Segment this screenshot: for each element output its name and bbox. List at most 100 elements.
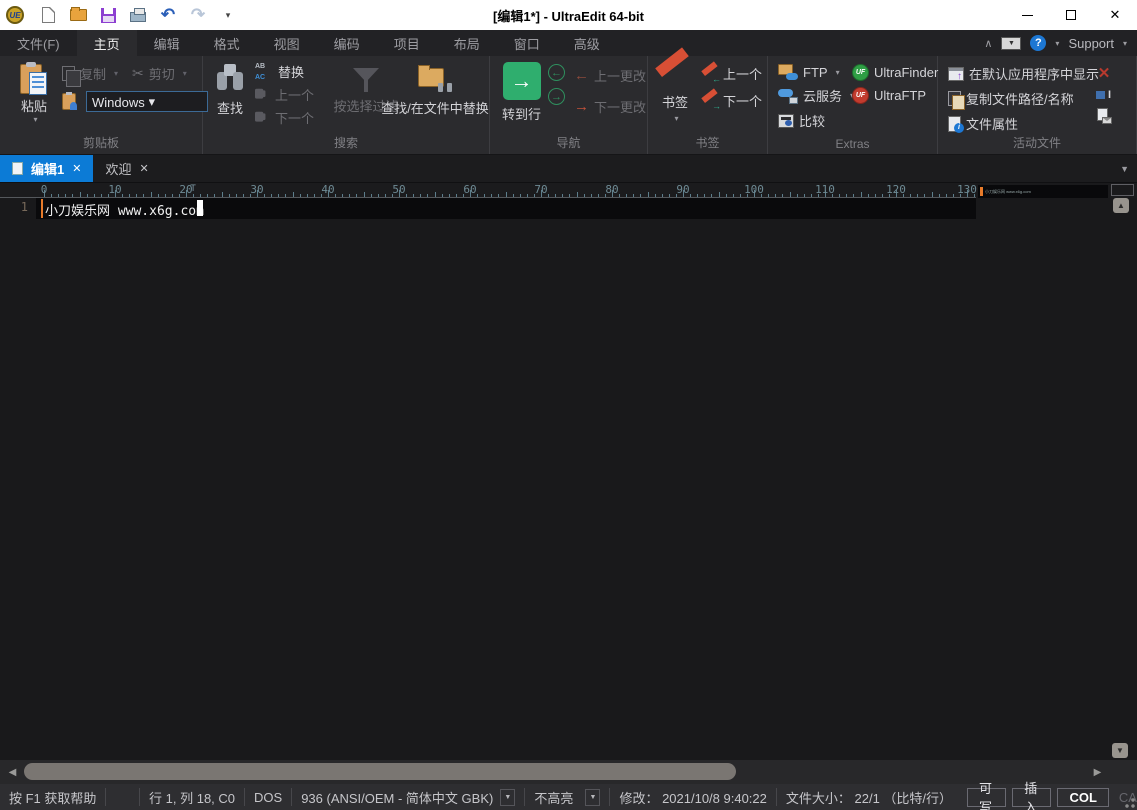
copy-file-path-button[interactable]: 复制文件路径/名称 xyxy=(948,89,1099,108)
writable-toggle[interactable]: 可写 xyxy=(967,788,1006,807)
ruler-tick xyxy=(910,194,911,197)
scroll-right-button[interactable]: ▶ xyxy=(1090,765,1105,779)
ruler-tick xyxy=(165,194,166,197)
status-help: 按 F1 获取帮助 xyxy=(0,788,106,806)
minimize-icon xyxy=(1022,15,1033,16)
menu-tab-view[interactable]: 视图 xyxy=(257,30,317,56)
ultraftp-button[interactable]: UF UltraFTP xyxy=(852,87,938,104)
editor-area[interactable]: 1 小刀娱乐网 www.x6g.com xyxy=(0,198,1137,760)
collapse-ribbon-button[interactable]: ∧ xyxy=(984,37,992,50)
ruler-tick xyxy=(151,192,152,197)
prev-change-button[interactable]: ← 上一更改 xyxy=(574,66,646,85)
new-file-button[interactable] xyxy=(38,5,58,25)
resize-grip[interactable] xyxy=(1125,798,1135,808)
close-button[interactable]: ✕ xyxy=(1093,0,1137,30)
menu-tab-project[interactable]: 项目 xyxy=(377,30,437,56)
next-change-button[interactable]: → 下一更改 xyxy=(574,97,646,116)
find-prev-button[interactable]: 上一个 xyxy=(255,85,314,104)
find-button[interactable]: 查找 xyxy=(217,64,243,117)
menu-tab-edit[interactable]: 编辑 xyxy=(137,30,197,56)
show-in-default-app-button[interactable]: ↑ 在默认应用程序中显示 xyxy=(948,64,1099,83)
menu-tab-home[interactable]: 主页 xyxy=(77,30,137,56)
doc-tab-edit1[interactable]: 编辑1 ✕ xyxy=(0,155,93,182)
copy-icon xyxy=(62,66,75,81)
menu-tab-encoding[interactable]: 编码 xyxy=(317,30,377,56)
ruler-number: 70 xyxy=(534,183,547,196)
undo-button[interactable]: ↶ xyxy=(158,5,178,25)
redo-button[interactable]: ↷ xyxy=(188,5,208,25)
find-in-files-button[interactable]: 查找/在文件中替换 xyxy=(383,64,487,117)
help-icon[interactable]: ? xyxy=(1030,35,1046,51)
copy-button[interactable]: 复制 ▾ xyxy=(62,64,118,83)
nav-back-button[interactable]: ← xyxy=(548,64,565,81)
ftp-button[interactable]: FTP ▾ xyxy=(778,64,854,80)
ruler-tick xyxy=(804,194,805,197)
scroll-left-button[interactable]: ◀ xyxy=(5,765,20,779)
help-dropdown-icon[interactable]: ▾ xyxy=(1055,39,1059,48)
vertical-scrollbar-thumb[interactable] xyxy=(1111,184,1134,196)
ruler-tick xyxy=(65,194,66,197)
paste-button[interactable]: 粘贴 ▾ xyxy=(10,62,58,124)
cut-button[interactable]: ✂ 剪切 ▾ xyxy=(132,64,187,83)
scroll-up-button[interactable]: ▲ xyxy=(1113,198,1129,213)
print-button[interactable] xyxy=(128,5,148,25)
replace-button[interactable]: AB AC 替换 xyxy=(255,62,314,81)
ruler-tick xyxy=(740,194,741,197)
highlight-dropdown-icon[interactable]: ▼ xyxy=(585,789,600,806)
horizontal-scrollbar-thumb[interactable] xyxy=(24,763,736,780)
ruler-tick xyxy=(655,194,656,197)
status-caret-position: 行 1, 列 18, C0 xyxy=(140,788,245,806)
ultrafinder-label: UltraFinder xyxy=(874,65,938,80)
menu-tab-layout[interactable]: 布局 xyxy=(437,30,497,56)
cloud-services-button[interactable]: 云服务 ▾ xyxy=(778,86,854,105)
nav-forward-button[interactable]: → xyxy=(548,88,565,105)
find-next-button[interactable]: 下一个 xyxy=(255,108,314,127)
ultrafinder-button[interactable]: UF UltraFinder xyxy=(852,64,938,81)
bookmark-button[interactable]: 书签 ▾ xyxy=(660,62,690,123)
clipboard-selector[interactable]: Windows 剪贴板 ▾ xyxy=(86,91,208,112)
doc-tab-welcome-close-icon[interactable]: ✕ xyxy=(139,162,148,175)
maximize-button[interactable] xyxy=(1049,0,1093,30)
menu-tab-file[interactable]: 文件(F) xyxy=(0,30,77,56)
status-encoding[interactable]: 936 (ANSI/OEM - 简体中文 GBK) ▼ xyxy=(292,788,525,806)
column-mode-toggle[interactable]: COL xyxy=(1057,788,1108,807)
save-button[interactable] xyxy=(98,5,118,25)
menu-tab-advanced[interactable]: 高级 xyxy=(557,30,617,56)
tab-list-dropdown-icon[interactable]: ▼ xyxy=(1120,164,1129,174)
doc-tab-edit1-close-icon[interactable]: ✕ xyxy=(72,162,81,175)
minimize-button[interactable] xyxy=(1005,0,1049,30)
email-file-button[interactable] xyxy=(1097,108,1112,124)
support-dropdown-icon[interactable]: ▾ xyxy=(1123,39,1127,48)
bookmarks-group-label: 书签 xyxy=(648,134,767,151)
horizontal-scrollbar[interactable]: ◀ ▶ xyxy=(0,760,1137,784)
ruler-tick xyxy=(839,194,840,197)
compare-button[interactable]: 比较 xyxy=(778,111,854,130)
menu-tab-window[interactable]: 窗口 xyxy=(497,30,557,56)
scroll-down-button[interactable]: ▼ xyxy=(1112,743,1128,758)
menu-tab-format[interactable]: 格式 xyxy=(197,30,257,56)
close-file-button[interactable]: ✕ xyxy=(1098,64,1111,82)
replace-ab-glyph: AB xyxy=(255,63,265,70)
ribbon-mode-icon[interactable]: ▼ xyxy=(1001,37,1021,50)
file-properties-button[interactable]: i 文件属性 xyxy=(948,114,1099,133)
bookmark-icon xyxy=(660,62,690,92)
qat-customize-button[interactable]: ▾ xyxy=(218,5,238,25)
goto-line-button[interactable]: → 转到行 xyxy=(502,62,541,123)
ruler-tick xyxy=(122,194,123,197)
show-in-default-app-icon: ↑ xyxy=(948,67,964,81)
open-file-button[interactable] xyxy=(68,5,88,25)
minimap[interactable]: 小刀娱乐网 www.x6g.com xyxy=(978,185,1108,198)
doc-tab-welcome[interactable]: 欢迎 ✕ xyxy=(93,155,160,182)
funnel-icon xyxy=(353,68,379,82)
prev-bookmark-arrow: ← xyxy=(712,74,721,84)
status-highlight-mode[interactable]: 不高亮 ▼ xyxy=(525,788,610,806)
encoding-dropdown-icon[interactable]: ▼ xyxy=(500,789,515,806)
insert-mode-toggle[interactable]: 插入 xyxy=(1012,788,1051,807)
ultraedit-logo-icon[interactable]: UE xyxy=(6,6,24,24)
prev-bookmark-button[interactable]: ← 上一个 xyxy=(704,64,762,83)
status-line-ending[interactable]: DOS xyxy=(245,788,292,806)
support-menu[interactable]: Support xyxy=(1068,36,1114,51)
next-bookmark-button[interactable]: → 下一个 xyxy=(704,91,762,110)
rename-file-button[interactable]: I xyxy=(1096,89,1112,101)
cloud-icon xyxy=(778,88,798,104)
